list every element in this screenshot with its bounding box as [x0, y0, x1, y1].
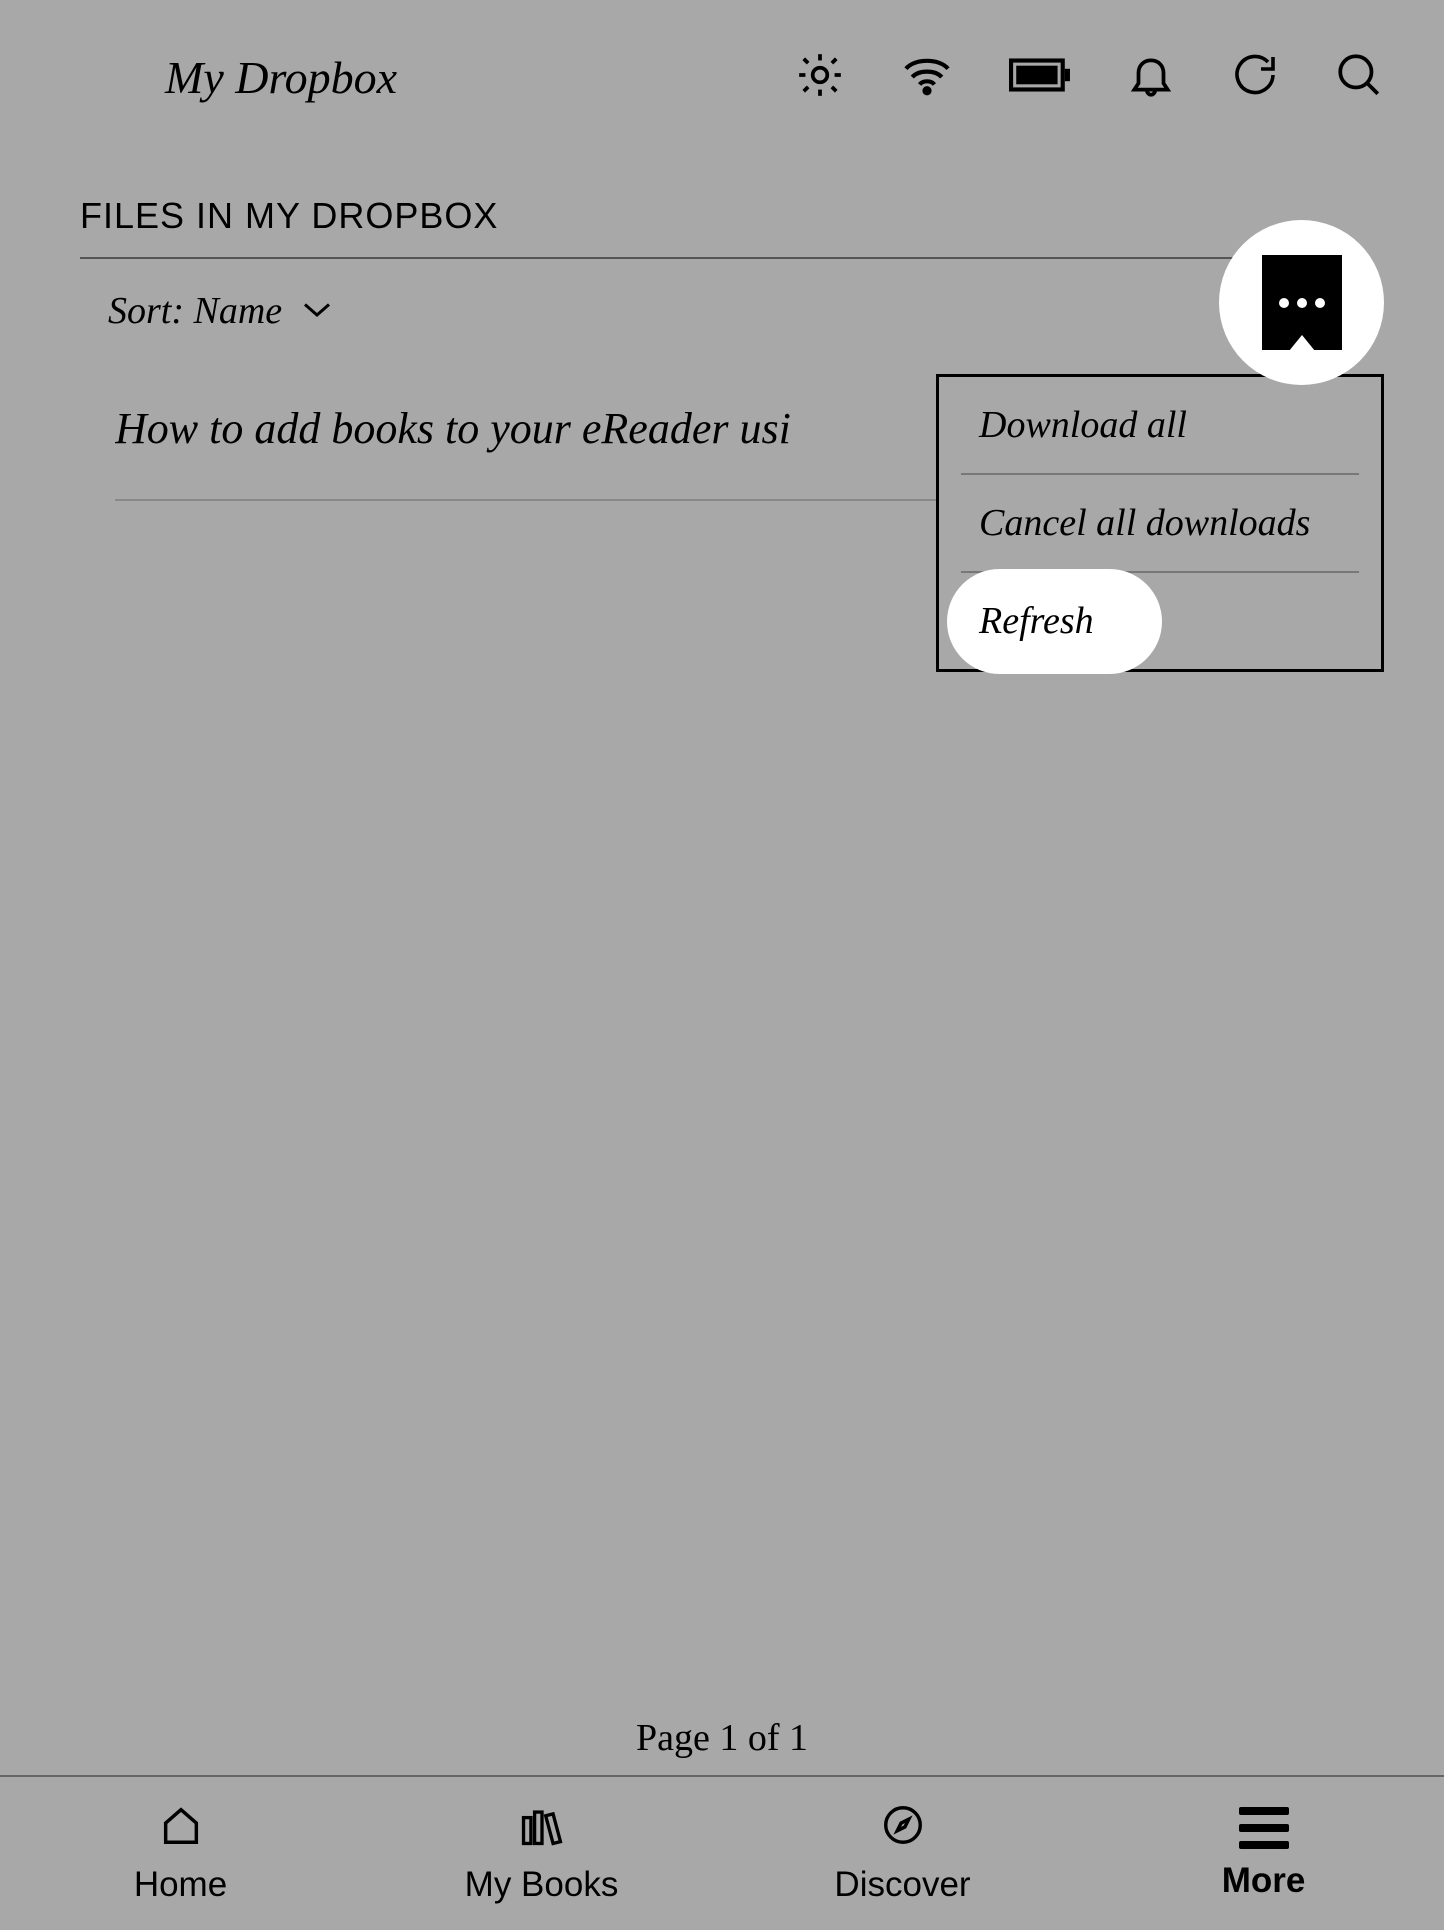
page-title: My Dropbox	[165, 51, 397, 104]
menu-refresh[interactable]: Refresh	[939, 573, 1381, 669]
search-icon[interactable]	[1334, 50, 1384, 105]
page-indicator: Page 1 of 1	[636, 1716, 808, 1760]
nav-discover[interactable]: Discover	[722, 1777, 1083, 1930]
nav-more[interactable]: More	[1083, 1777, 1444, 1930]
section-title: FILES IN MY DROPBOX	[80, 195, 1364, 237]
nav-more-label: More	[1222, 1861, 1306, 1901]
brightness-icon[interactable]	[795, 50, 845, 105]
menu-download-all[interactable]: Download all	[939, 377, 1381, 473]
sort-selector[interactable]: Sort: Name	[108, 289, 282, 333]
hamburger-icon	[1239, 1807, 1289, 1849]
status-bar	[795, 50, 1384, 105]
wifi-icon[interactable]	[900, 54, 954, 101]
chevron-down-icon[interactable]	[302, 299, 332, 324]
home-icon	[158, 1802, 204, 1853]
bottom-navigation: Home My Books Discover More	[0, 1775, 1444, 1930]
more-options-button[interactable]	[1219, 220, 1384, 385]
battery-icon	[1009, 57, 1071, 98]
menu-cancel-all-downloads[interactable]: Cancel all downloads	[939, 475, 1381, 571]
bell-icon[interactable]	[1126, 50, 1176, 105]
compass-icon	[880, 1802, 926, 1853]
nav-discover-label: Discover	[834, 1865, 970, 1905]
nav-home-label: Home	[134, 1865, 227, 1905]
nav-my-books[interactable]: My Books	[361, 1777, 722, 1930]
sync-icon[interactable]	[1231, 51, 1279, 104]
books-icon	[518, 1802, 566, 1853]
context-menu: Download all Cancel all downloads Refres…	[936, 374, 1384, 672]
nav-my-books-label: My Books	[465, 1865, 619, 1905]
nav-home[interactable]: Home	[0, 1777, 361, 1930]
bookmark-more-icon	[1262, 255, 1342, 350]
